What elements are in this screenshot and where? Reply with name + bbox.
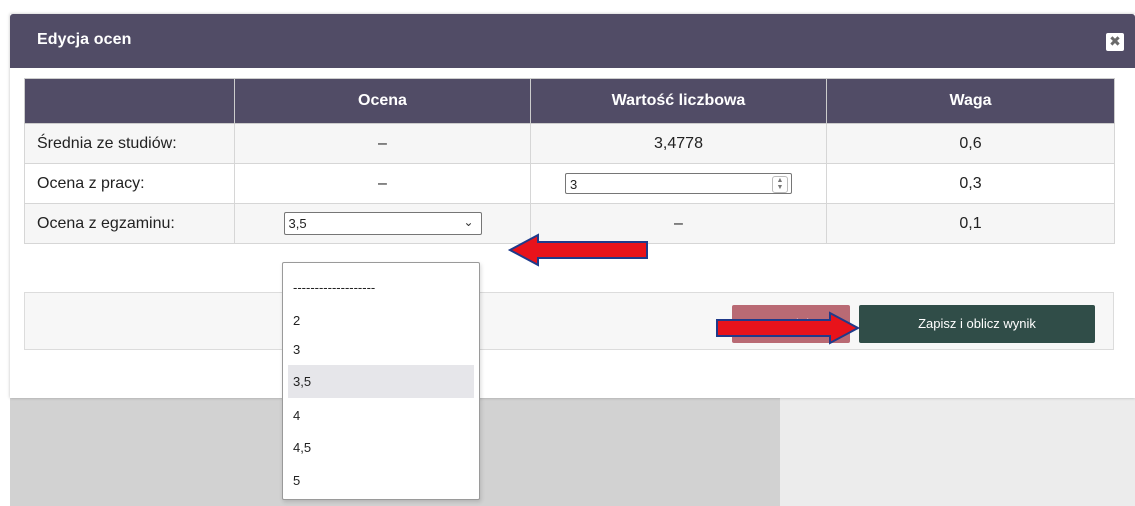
- red-arrow-left-annotation: [507, 233, 648, 267]
- annotation-arrows: [507, 233, 861, 345]
- red-arrow-right-annotation: [716, 311, 861, 345]
